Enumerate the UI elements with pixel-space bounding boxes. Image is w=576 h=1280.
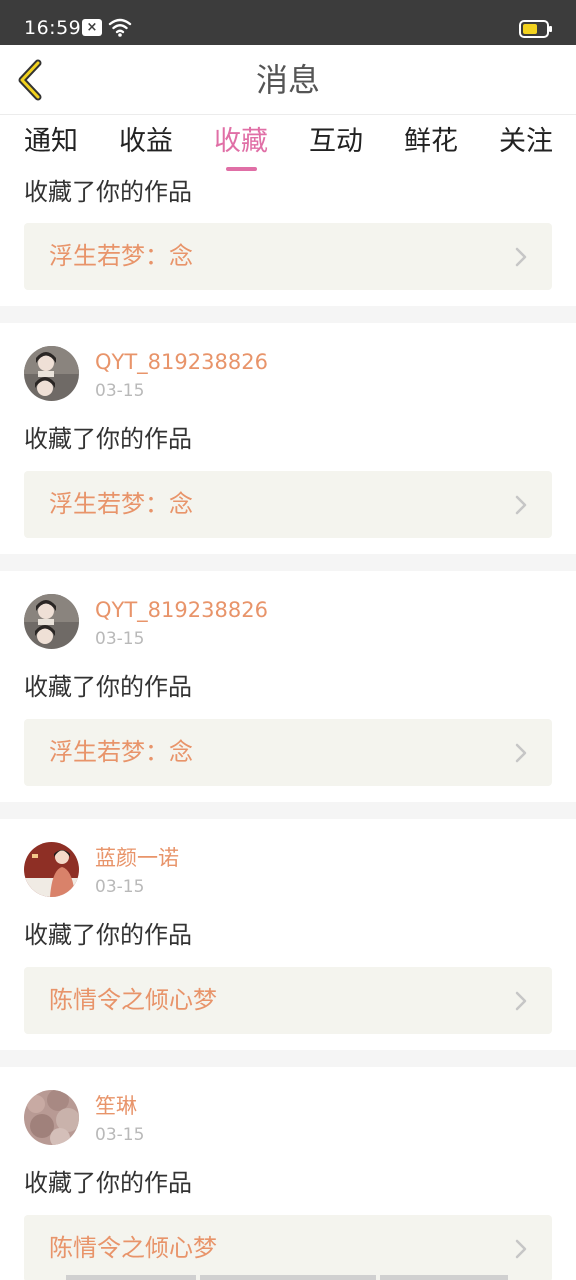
tab-notifications[interactable]: 通知	[24, 125, 78, 159]
work-card[interactable]: 浮生若梦：念	[24, 223, 552, 290]
status-bar: 16:59 ×	[0, 0, 576, 45]
work-title: 陈情令之倾心梦	[49, 1234, 217, 1262]
scroll-indicator	[66, 1275, 196, 1280]
work-title: 浮生若梦：念	[49, 490, 193, 518]
chevron-right-icon	[515, 1239, 527, 1259]
work-card[interactable]: 陈情令之倾心梦	[24, 967, 552, 1034]
work-card[interactable]: 浮生若梦：念	[24, 471, 552, 538]
avatar[interactable]	[24, 594, 79, 649]
username[interactable]: 笙琳	[95, 1093, 137, 1119]
divider	[0, 802, 576, 819]
wifi-icon	[108, 17, 132, 41]
chevron-right-icon	[515, 247, 527, 267]
work-card[interactable]: 浮生若梦：念	[24, 719, 552, 786]
username[interactable]: QYT_819238826	[95, 349, 268, 375]
action-text: 收藏了你的作品	[24, 673, 192, 701]
divider	[0, 306, 576, 323]
divider	[0, 1050, 576, 1067]
work-title: 浮生若梦：念	[49, 738, 193, 766]
tab-earnings[interactable]: 收益	[119, 125, 173, 159]
message-list[interactable]: 收藏了你的作品 浮生若梦：念 QYT_819238826 03-15 收藏了你的…	[0, 173, 576, 1280]
chevron-right-icon	[515, 743, 527, 763]
notification-icon: ×	[82, 19, 102, 36]
scroll-indicator	[380, 1275, 508, 1280]
username[interactable]: 蓝颜一诺	[95, 845, 179, 871]
header: 消息	[0, 45, 576, 115]
action-text: 收藏了你的作品	[24, 178, 192, 206]
avatar[interactable]	[24, 842, 79, 897]
work-title: 陈情令之倾心梦	[49, 986, 217, 1014]
chevron-right-icon	[515, 991, 527, 1011]
work-card[interactable]: 陈情令之倾心梦	[24, 1215, 552, 1280]
scroll-indicator	[200, 1275, 376, 1280]
timestamp: 03-15	[95, 381, 145, 401]
active-tab-indicator	[226, 167, 257, 171]
timestamp: 03-15	[95, 877, 145, 897]
tab-flowers[interactable]: 鲜花	[404, 125, 458, 159]
username[interactable]: QYT_819238826	[95, 597, 268, 623]
tab-following[interactable]: 关注	[499, 125, 553, 159]
tab-bar: 通知 收益 收藏 互动 鲜花 关注	[0, 115, 576, 173]
status-time: 16:59	[24, 17, 82, 39]
battery-icon	[519, 20, 553, 42]
timestamp: 03-15	[95, 629, 145, 649]
tab-interactions[interactable]: 互动	[309, 125, 363, 159]
page-title: 消息	[255, 61, 320, 99]
timestamp: 03-15	[95, 1125, 145, 1145]
avatar[interactable]	[24, 1090, 79, 1145]
work-title: 浮生若梦：念	[49, 242, 193, 270]
action-text: 收藏了你的作品	[24, 425, 192, 453]
action-text: 收藏了你的作品	[24, 1169, 192, 1197]
chevron-right-icon	[515, 495, 527, 515]
divider	[0, 554, 576, 571]
action-text: 收藏了你的作品	[24, 921, 192, 949]
tab-favorites[interactable]: 收藏	[214, 125, 268, 159]
avatar[interactable]	[24, 346, 79, 401]
